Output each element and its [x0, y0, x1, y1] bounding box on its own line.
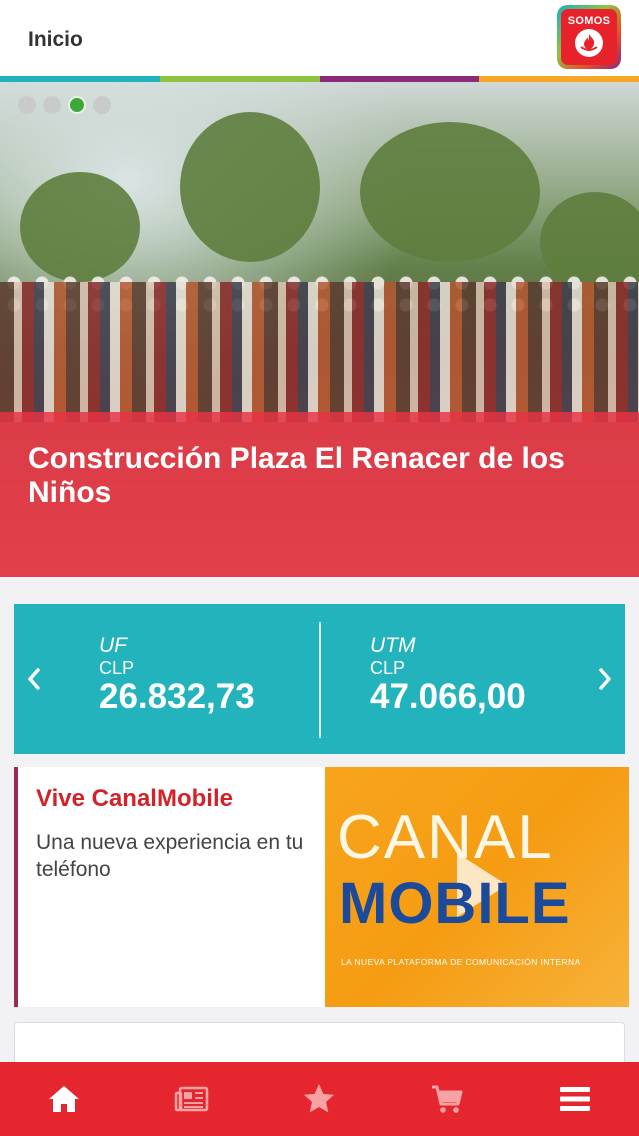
logo-text: SOMOS — [567, 15, 611, 27]
indicator-value: 26.832,73 — [99, 677, 255, 716]
somos-logo[interactable]: SOMOS — [557, 5, 621, 69]
indicator-divider — [319, 622, 321, 738]
tree-shape — [180, 112, 320, 262]
tree-shape — [360, 122, 540, 262]
chevron-right-icon[interactable] — [585, 604, 625, 754]
bottom-nav — [0, 1062, 639, 1136]
indicator-name: UTM — [370, 634, 416, 657]
carousel-dots — [18, 96, 111, 114]
tab-store[interactable] — [407, 1062, 487, 1136]
indicator-value: 47.066,00 — [370, 677, 526, 716]
news-icon — [174, 1086, 208, 1112]
indicator-currency: CLP — [370, 658, 406, 678]
indicator-utm: UTM CLP 47.066,00 — [370, 634, 526, 716]
canalmobile-card[interactable]: Vive CanalMobile Una nueva experiencia e… — [14, 767, 629, 1007]
card-description: Una nueva experiencia en tu teléfono — [36, 831, 304, 881]
carousel-dot[interactable] — [93, 96, 111, 114]
app-root: Inicio SOMOS Construcción Plaza El Renac… — [0, 0, 639, 1136]
tab-news[interactable] — [152, 1062, 232, 1136]
chevron-left-icon[interactable] — [14, 604, 54, 754]
menu-icon — [560, 1087, 591, 1111]
tab-menu[interactable] — [535, 1062, 615, 1136]
cart-icon — [432, 1085, 463, 1113]
image-line2: MOBILE — [339, 871, 571, 936]
indicator-uf: UF CLP 26.832,73 — [99, 634, 255, 716]
tab-favorites[interactable] — [279, 1062, 359, 1136]
carousel-dot[interactable] — [43, 96, 61, 114]
top-bar: Inicio SOMOS — [0, 0, 639, 76]
hero-title[interactable]: Construcción Plaza El Renacer de los Niñ… — [28, 442, 618, 510]
card-title: Vive CanalMobile — [36, 785, 233, 812]
hero-carousel[interactable]: Construcción Plaza El Renacer de los Niñ… — [0, 82, 639, 577]
star-icon — [304, 1084, 335, 1113]
flame-icon — [575, 29, 603, 57]
page-title: Inicio — [28, 28, 83, 51]
economic-indicators: UF CLP 26.832,73 UTM CLP 47.066,00 — [14, 604, 625, 754]
carousel-dot[interactable] — [68, 96, 86, 114]
indicator-name: UF — [99, 634, 127, 657]
canalmobile-image: CANAL MOBILE LA NUEVA PLATAFORMA DE COMU… — [325, 767, 629, 1007]
logo-inner: SOMOS — [561, 9, 617, 65]
crowd — [0, 282, 639, 422]
home-icon — [48, 1086, 79, 1112]
image-tagline: LA NUEVA PLATAFORMA DE COMUNICACIÓN INTE… — [341, 957, 581, 967]
tree-shape — [20, 172, 140, 282]
carousel-dot[interactable] — [18, 96, 36, 114]
indicator-currency: CLP — [99, 658, 135, 678]
tab-home[interactable] — [24, 1062, 104, 1136]
image-line1: CANAL — [337, 803, 554, 872]
